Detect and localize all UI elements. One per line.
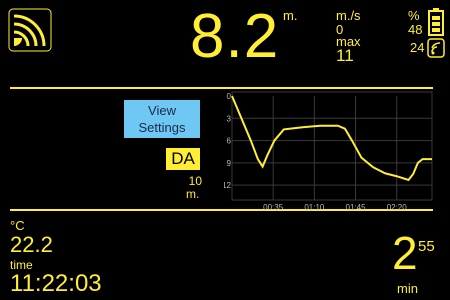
view-settings-button[interactable]: View Settings [124,100,200,138]
mode-badge[interactable]: DA [166,148,200,170]
max-value: 11 [336,46,354,65]
y-tick-label: 6 [227,137,232,146]
range-unit: m. [186,187,200,201]
depth-profile-chart: 0 3 6 9 12 00:35 01:10 01:45 02:20 [224,91,433,212]
battery-value: 48 [408,22,423,37]
temperature-value: 22.2 [10,232,53,257]
dive-time-minutes: 2 [392,227,418,279]
range-value: 10 [188,174,202,188]
view-settings-line1: View [148,103,176,118]
chart-frame [231,91,433,201]
x-tick-label: 01:45 [346,203,367,212]
rate-unit: m./s [336,8,361,23]
depth-profile-line [231,95,432,182]
depth-value: 8.2 [190,2,280,71]
signal-value: 24 [410,40,425,55]
sonar-icon [8,8,52,52]
dive-time-seconds: 55 [418,238,435,255]
wireless-signal-icon [427,38,445,58]
temperature-unit: °C [10,218,25,233]
x-tick-label: 02:20 [387,203,408,212]
view-settings-line2: Settings [138,120,186,135]
y-tick-label: 9 [227,159,232,168]
top-divider [10,87,433,89]
y-tick-label: 0 [227,92,232,101]
y-tick-label: 3 [227,114,232,123]
dive-time-unit: min [397,281,418,296]
x-tick-label: 01:10 [304,203,325,212]
depth-unit: m. [283,8,298,23]
x-tick-label: 00:35 [263,203,284,212]
time-value: 11:22:03 [10,270,102,297]
battery-icon [428,8,444,36]
y-tick-label: 12 [224,181,232,190]
percent-label: % [408,8,420,23]
